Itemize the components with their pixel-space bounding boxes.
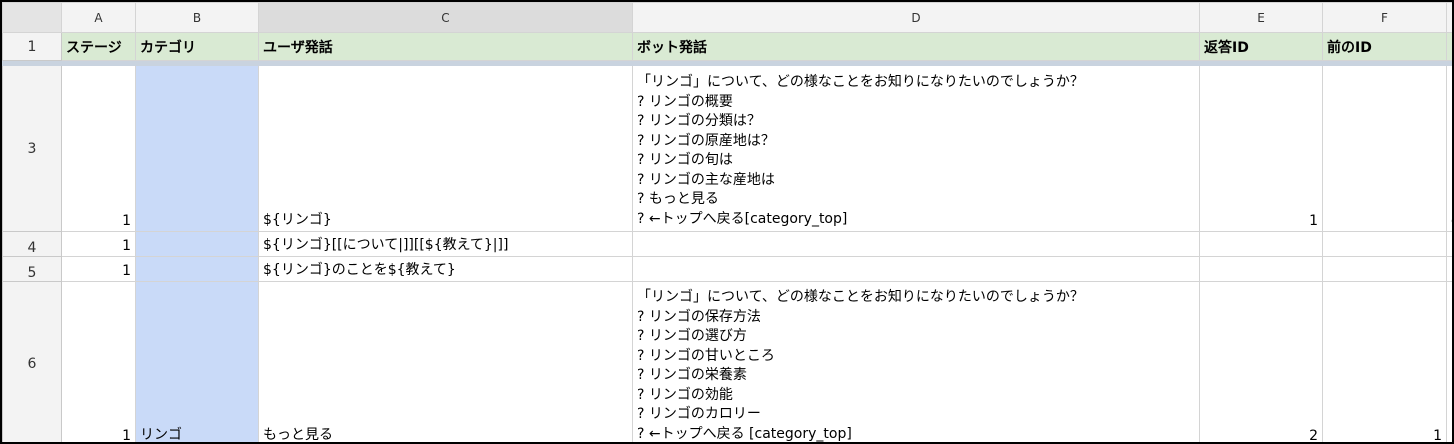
cell-prev-id[interactable]: [1322, 231, 1447, 257]
column-header-a[interactable]: A: [61, 2, 136, 33]
cell-stage[interactable]: 1: [61, 65, 136, 232]
row-number[interactable]: 4: [2, 231, 62, 257]
cell-g[interactable]: [1446, 256, 1452, 282]
table-row: 5 1 ${リンゴ}のことを${教えて}: [2, 256, 1452, 282]
spreadsheet-grid: A B C D E F 1 ステージ カテゴリ ユーザ発話 ボット発話 返答ID…: [2, 2, 1452, 442]
cell-header-category[interactable]: カテゴリ: [135, 32, 259, 61]
cell-stage[interactable]: 1: [61, 281, 136, 442]
table-row: 6 1 リンゴ もっと見る 「リンゴ」について、どの様なことをお知りになりたいの…: [2, 281, 1452, 442]
table-row: 3 1 ${リンゴ} 「リンゴ」について、どの様なことをお知りになりたいのでしょ…: [2, 65, 1452, 232]
cell-user-utterance[interactable]: ${リンゴ}[[について|]][[${教えて}|]]: [258, 231, 633, 257]
cell-header-user-utterance[interactable]: ユーザ発話: [258, 32, 633, 61]
column-header-d[interactable]: D: [632, 2, 1200, 33]
table-row: 4 1 ${リンゴ}[[について|]][[${教えて}|]]: [2, 231, 1452, 257]
spreadsheet-frame: A B C D E F 1 ステージ カテゴリ ユーザ発話 ボット発話 返答ID…: [0, 0, 1454, 444]
cell-category[interactable]: リンゴ: [135, 281, 259, 442]
cell-category[interactable]: [135, 65, 259, 232]
header-row: 1 ステージ カテゴリ ユーザ発話 ボット発話 返答ID 前のID: [2, 32, 1452, 61]
cell-header-stage[interactable]: ステージ: [61, 32, 136, 61]
cell-prev-id[interactable]: [1322, 256, 1447, 282]
cell-category[interactable]: [135, 256, 259, 282]
cell-stage[interactable]: 1: [61, 231, 136, 257]
cell-g[interactable]: [1446, 231, 1452, 257]
cell-prev-id[interactable]: [1322, 65, 1447, 232]
column-header-g[interactable]: [1446, 2, 1452, 33]
cell-bot-utterance[interactable]: [632, 256, 1200, 282]
bot-utterance-text: 「リンゴ」について、どの様なことをお知りになりたいのでしょうか？ ? リンゴの保…: [637, 289, 1084, 442]
cell-user-utterance[interactable]: ${リンゴ}: [258, 65, 633, 232]
cell-header-g[interactable]: [1446, 32, 1452, 61]
cell-response-id[interactable]: 2: [1199, 281, 1323, 442]
cell-g[interactable]: [1446, 281, 1452, 442]
cell-stage[interactable]: 1: [61, 256, 136, 282]
cell-bot-utterance[interactable]: [632, 231, 1200, 257]
cell-prev-id[interactable]: 1: [1322, 281, 1447, 442]
cell-header-response-id[interactable]: 返答ID: [1199, 32, 1323, 61]
cell-response-id[interactable]: [1199, 256, 1323, 282]
cell-response-id[interactable]: 1: [1199, 65, 1323, 232]
bot-utterance-text: 「リンゴ」について、どの様なことをお知りになりたいのでしょうか？ ? リンゴの概…: [637, 74, 1084, 227]
row-number[interactable]: 6: [2, 281, 62, 442]
column-header-f[interactable]: F: [1322, 2, 1447, 33]
row-number[interactable]: 1: [2, 32, 62, 61]
cell-overflow-g[interactable]: c: [1446, 65, 1452, 232]
cell-bot-utterance[interactable]: 「リンゴ」について、どの様なことをお知りになりたいのでしょうか？ ? リンゴの保…: [632, 281, 1200, 442]
cell-user-utterance[interactable]: もっと見る: [258, 281, 633, 442]
cell-user-utterance[interactable]: ${リンゴ}のことを${教えて}: [258, 256, 633, 282]
cell-response-id[interactable]: [1199, 231, 1323, 257]
row-number[interactable]: 3: [2, 65, 62, 232]
row-number[interactable]: 5: [2, 256, 62, 282]
column-header-b[interactable]: B: [135, 2, 259, 33]
cell-category[interactable]: [135, 231, 259, 257]
column-header-c[interactable]: C: [258, 2, 633, 33]
select-all-corner[interactable]: [2, 2, 62, 33]
column-header-e[interactable]: E: [1199, 2, 1323, 33]
cell-bot-utterance[interactable]: 「リンゴ」について、どの様なことをお知りになりたいのでしょうか？ ? リンゴの概…: [632, 65, 1200, 232]
cell-header-prev-id[interactable]: 前のID: [1322, 32, 1447, 61]
cell-header-bot-utterance[interactable]: ボット発話: [632, 32, 1200, 61]
column-header-row: A B C D E F: [2, 2, 1452, 33]
